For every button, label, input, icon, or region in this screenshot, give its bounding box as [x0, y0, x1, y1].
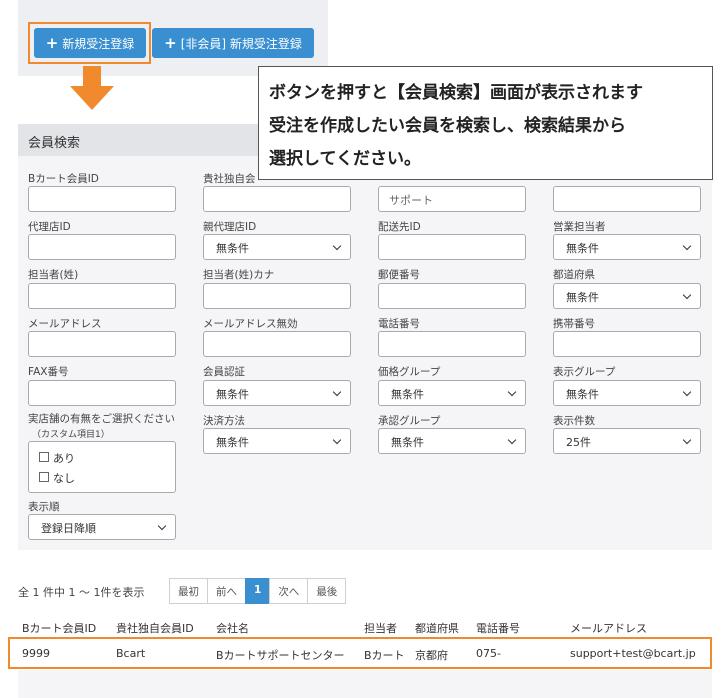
postal-input[interactable]: [378, 283, 526, 309]
email-input[interactable]: [28, 331, 176, 357]
label-company-id: 貴社独自会: [203, 173, 256, 185]
bcart-id-input[interactable]: [28, 186, 176, 212]
callout-line-1: ボタンを押すと【会員検索】画面が表示されます: [269, 83, 643, 103]
delivery-id-input[interactable]: [378, 234, 526, 260]
td-email: support+test@bcart.jp: [570, 647, 696, 660]
th-email: メールアドレス: [570, 622, 647, 635]
checkbox-no[interactable]: [39, 472, 49, 482]
mobile-input[interactable]: [553, 331, 701, 357]
table-header: Bカート会員ID 貴社独自会員ID 会社名 担当者 都道府県 電話番号 メールア…: [18, 614, 712, 638]
label-agency-id: 代理店ID: [28, 221, 71, 233]
label-sort: 表示順: [28, 501, 60, 513]
page-prev[interactable]: 前へ: [207, 578, 246, 604]
th-phone: 電話番号: [476, 622, 520, 635]
per-page-select[interactable]: 25件: [553, 428, 701, 454]
td-phone: 075-: [476, 647, 501, 660]
label-contact-last: 担当者(姓): [28, 269, 79, 281]
sort-select[interactable]: 登録日降順: [28, 514, 176, 540]
phone-input[interactable]: [378, 331, 526, 357]
sales-rep-select[interactable]: 無条件: [553, 234, 701, 260]
email-invalid-input[interactable]: [203, 331, 351, 357]
label-delivery-id: 配送先ID: [378, 221, 421, 233]
new-order-button[interactable]: + 新規受注登録: [34, 28, 146, 58]
label-email: メールアドレス: [28, 318, 102, 330]
label-phone: 電話番号: [378, 318, 420, 330]
td-bcart-id: 9999: [22, 647, 50, 660]
label-bcart-id: Bカート会員ID: [28, 173, 99, 185]
label-mobile: 携帯番号: [553, 318, 595, 330]
payment-select[interactable]: 無条件: [203, 428, 351, 454]
contact-name-input[interactable]: [553, 186, 701, 212]
label-approval-group: 承認グループ: [378, 415, 441, 427]
company-id-input[interactable]: [203, 186, 351, 212]
label-email-invalid: メールアドレス無効: [203, 318, 298, 330]
th-company-id: 貴社独自会員ID: [116, 622, 194, 635]
checkbox-no-label: なし: [53, 472, 75, 485]
contact-last-kana-input[interactable]: [203, 283, 351, 309]
price-group-select[interactable]: 無条件: [378, 380, 526, 406]
plus-icon: +: [45, 33, 59, 52]
label-store-question: 実店舗の有無をご選択ください: [28, 413, 175, 425]
label-contact-last-kana: 担当者(姓)カナ: [203, 269, 275, 281]
table-row[interactable]: 9999 Bcart Bカートサポートセンター Bカート 京都府 075- su…: [8, 637, 712, 669]
label-price-group: 価格グループ: [378, 366, 441, 378]
label-parent-agency-id: 親代理店ID: [203, 221, 257, 233]
contact-last-input[interactable]: [28, 283, 176, 309]
td-contact: Bカート: [364, 649, 405, 662]
parent-agency-select[interactable]: 無条件: [203, 234, 351, 260]
prefecture-select[interactable]: 無条件: [553, 283, 701, 309]
label-per-page: 表示件数: [553, 415, 595, 427]
fax-input[interactable]: [28, 380, 176, 406]
td-company-name: Bカートサポートセンター: [216, 649, 345, 662]
page-next[interactable]: 次へ: [269, 578, 309, 604]
non-member-order-button[interactable]: + [非会員] 新規受注登録: [152, 28, 314, 58]
label-sales-rep: 営業担当者: [553, 221, 606, 233]
page-last[interactable]: 最後: [307, 578, 347, 604]
company-name-input[interactable]: サポート: [378, 186, 526, 212]
label-prefecture: 都道府県: [553, 269, 595, 281]
page-current[interactable]: 1: [245, 578, 271, 604]
page-footer-area: [18, 670, 712, 698]
label-fax: FAX番号: [28, 366, 69, 378]
label-payment: 決済方法: [203, 415, 245, 427]
td-company-id: Bcart: [116, 647, 146, 660]
label-member-auth: 会員認証: [203, 366, 245, 378]
callout-line-3: 選択してください。: [269, 149, 421, 169]
plus-icon: +: [164, 33, 177, 52]
pagination: 最初 前へ 1 次へ 最後: [169, 578, 347, 604]
member-auth-select[interactable]: 無条件: [203, 380, 351, 406]
instruction-callout: ボタンを押すと【会員検索】画面が表示されます 受注を作成したい会員を検索し、検索…: [258, 66, 713, 180]
label-postal: 郵便番号: [378, 269, 420, 281]
callout-line-2: 受注を作成したい会員を検索し、検索結果から: [269, 116, 626, 136]
th-company-name: 会社名: [216, 622, 249, 635]
store-checkbox-group: あり なし: [28, 441, 176, 493]
agency-id-input[interactable]: [28, 234, 176, 260]
non-member-order-label: [非会員] 新規受注登録: [180, 36, 302, 51]
label-store-sub: （カスタム項目1）: [32, 430, 110, 440]
display-group-select[interactable]: 無条件: [553, 380, 701, 406]
label-display-group: 表示グループ: [553, 366, 616, 378]
th-bcart-id: Bカート会員ID: [22, 622, 97, 635]
approval-group-select[interactable]: 無条件: [378, 428, 526, 454]
checkbox-yes[interactable]: [39, 452, 49, 462]
new-order-label: 新規受注登録: [62, 36, 135, 51]
arrow-down-icon: [70, 66, 114, 110]
page-first[interactable]: 最初: [169, 578, 208, 604]
checkbox-yes-label: あり: [53, 452, 75, 465]
td-prefecture: 京都府: [415, 649, 448, 662]
th-prefecture: 都道府県: [415, 622, 459, 635]
result-summary: 全 1 件中 1 ～ 1件を表示: [18, 586, 145, 599]
th-contact: 担当者: [364, 622, 397, 635]
